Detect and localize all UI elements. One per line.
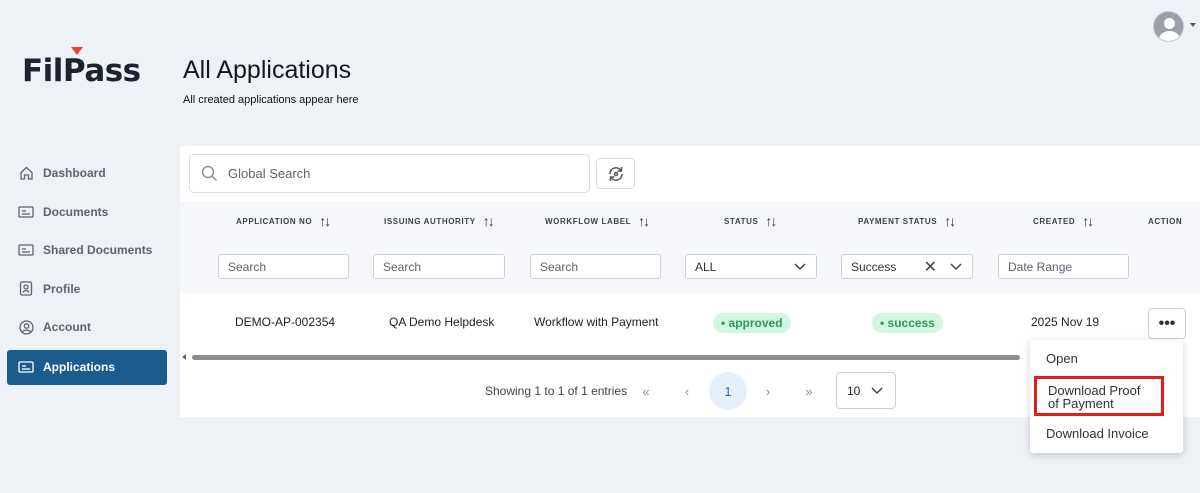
account-icon xyxy=(18,320,34,335)
sidebar-item-label: Profile xyxy=(43,281,81,296)
row-action-menu-button[interactable]: ••• xyxy=(1148,308,1186,339)
workflow-label-filter[interactable]: Search xyxy=(530,254,661,279)
cell-workflow-label: Workflow with Payment xyxy=(534,315,659,329)
payment-status-badge: • success xyxy=(872,313,943,333)
menu-item-open[interactable]: Open xyxy=(1046,352,1078,365)
sidebar-item-shared-documents[interactable]: Shared Documents xyxy=(7,231,167,270)
payment-status-filter-select[interactable]: Success ✕ xyxy=(841,254,973,279)
clear-icon[interactable]: ✕ xyxy=(924,257,937,277)
sidebar-item-dashboard[interactable]: Dashboard xyxy=(7,154,167,193)
row-action-menu: Open Download Proof of Payment Download … xyxy=(1030,340,1183,453)
global-search-input[interactable]: Global Search xyxy=(189,154,590,193)
column-header-payment-status[interactable]: PAYMENT STATUS ↑↓ xyxy=(858,213,956,229)
logo-mark-icon xyxy=(71,47,83,55)
avatar-caret-icon[interactable] xyxy=(1190,23,1196,27)
app-logo: FilPass xyxy=(22,47,141,89)
page-size-select[interactable]: 10 xyxy=(836,372,896,409)
column-header-action: ACTION xyxy=(1148,217,1183,226)
menu-item-download-invoice[interactable]: Download Invoice xyxy=(1046,427,1149,440)
column-header-workflow-label[interactable]: WORKFLOW LABEL ↑↓ xyxy=(545,213,650,229)
next-page-button[interactable]: › xyxy=(749,372,787,410)
cell-issuing-authority: QA Demo Helpdesk xyxy=(389,315,495,329)
more-icon: ••• xyxy=(1158,314,1176,332)
pagination-summary: Showing 1 to 1 of 1 entries xyxy=(485,384,628,398)
created-date-range-filter[interactable]: Date Range xyxy=(998,254,1129,279)
scroll-left-icon[interactable] xyxy=(182,354,186,360)
payment-status-filter-value: Success xyxy=(851,259,897,274)
cell-application-no: DEMO-AP-002354 xyxy=(235,315,336,329)
shared-document-icon xyxy=(18,243,34,257)
column-header-issuing-authority[interactable]: ISSUING AUTHORITY ↑↓ xyxy=(384,213,495,229)
user-avatar-icon[interactable] xyxy=(1153,11,1184,42)
sort-icon[interactable]: ↑↓ xyxy=(319,213,331,229)
page-button-current[interactable]: 1 xyxy=(709,372,747,410)
page-subtitle: All created applications appear here xyxy=(183,94,359,106)
sort-icon[interactable]: ↑↓ xyxy=(1082,213,1094,229)
sidebar-item-documents[interactable]: Documents xyxy=(7,193,167,232)
search-icon xyxy=(201,165,218,182)
status-badge: • approved xyxy=(713,313,791,333)
previous-page-button[interactable]: ‹ xyxy=(668,372,706,410)
column-header-status[interactable]: STATUS ↑↓ xyxy=(724,213,777,229)
sort-icon[interactable]: ↑↓ xyxy=(944,213,956,229)
sidebar-item-label: Applications xyxy=(43,360,116,374)
application-no-filter[interactable]: Search xyxy=(218,254,349,279)
sidebar-item-label: Documents xyxy=(43,204,109,219)
menu-item-download-proof-of-payment[interactable]: Download Proof of Payment xyxy=(1034,376,1164,416)
status-filter-value: ALL xyxy=(695,259,717,274)
column-header-application-no[interactable]: APPLICATION NO ↑↓ xyxy=(236,213,331,229)
document-icon xyxy=(18,205,34,219)
issuing-authority-filter[interactable]: Search xyxy=(373,254,505,279)
last-page-button[interactable]: » xyxy=(790,372,828,410)
sidebar-item-label: Account xyxy=(43,320,91,335)
refresh-button[interactable] xyxy=(596,158,635,189)
chevron-down-icon xyxy=(794,262,806,270)
page-size-value: 10 xyxy=(847,383,861,398)
sidebar-item-profile[interactable]: Profile xyxy=(7,270,167,309)
sort-icon[interactable]: ↑↓ xyxy=(483,213,495,229)
first-page-button[interactable]: « xyxy=(627,372,665,410)
chevron-down-icon xyxy=(871,386,883,394)
sidebar: Dashboard Documents Shared Documents Pro… xyxy=(7,154,167,385)
cell-created: 2025 Nov 19 xyxy=(1031,315,1100,329)
page-title: All Applications xyxy=(183,56,352,84)
sidebar-item-account[interactable]: Account xyxy=(7,308,167,347)
profile-icon xyxy=(18,281,34,296)
status-filter-select[interactable]: ALL xyxy=(685,254,817,279)
sidebar-item-label: Shared Documents xyxy=(43,243,153,258)
sidebar-item-applications[interactable]: Applications xyxy=(7,349,167,385)
column-header-created[interactable]: CREATED ↑↓ xyxy=(1033,213,1094,229)
refresh-icon xyxy=(608,166,623,181)
sort-icon[interactable]: ↑↓ xyxy=(638,213,650,229)
sort-icon[interactable]: ↑↓ xyxy=(765,213,777,229)
home-icon xyxy=(18,166,34,180)
scrollbar-thumb[interactable] xyxy=(192,355,1020,360)
chevron-down-icon xyxy=(950,262,962,270)
sidebar-item-label: Dashboard xyxy=(43,166,106,181)
applications-icon xyxy=(18,360,34,374)
search-placeholder: Global Search xyxy=(228,166,311,181)
table-header: APPLICATION NO ↑↓ ISSUING AUTHORITY ↑↓ WOR… xyxy=(180,202,1200,293)
